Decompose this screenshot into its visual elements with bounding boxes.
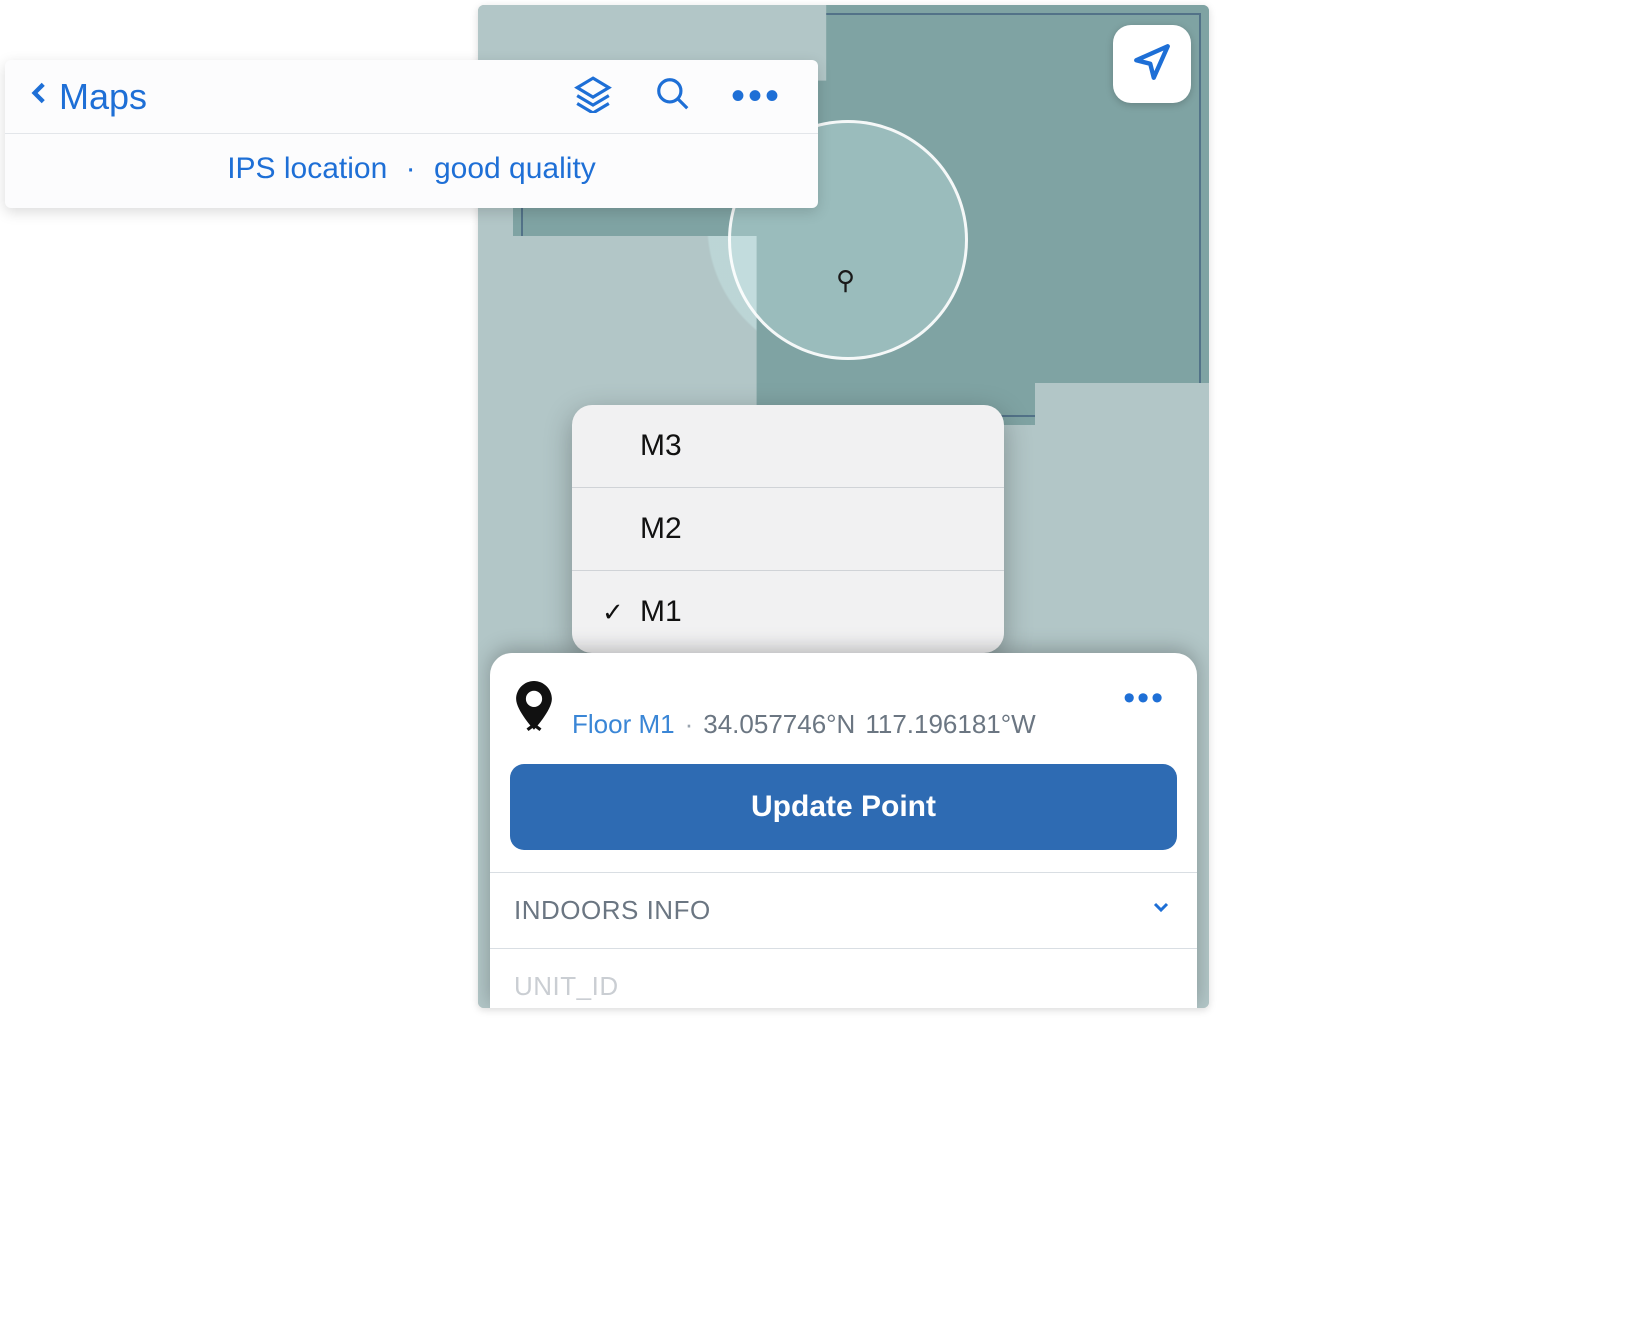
update-point-label: Update Point bbox=[751, 790, 936, 823]
floor-option-m2[interactable]: M2 bbox=[572, 487, 1004, 570]
floor-label[interactable]: Floor M1 bbox=[572, 709, 675, 740]
floor-picker-popover: M3 M2 ✓ M1 bbox=[572, 405, 1004, 653]
separator: · bbox=[685, 709, 694, 740]
indoors-info-section[interactable]: INDOORS INFO bbox=[490, 872, 1197, 948]
back-button[interactable]: Maps bbox=[27, 76, 147, 118]
locate-me-button[interactable] bbox=[1113, 25, 1191, 103]
point-details-card: Floor M1 · 34.057746°N 117.196181°W ••• … bbox=[490, 653, 1197, 1008]
floor-option-m1[interactable]: ✓ M1 bbox=[572, 570, 1004, 653]
update-point-button[interactable]: Update Point bbox=[510, 764, 1177, 850]
chevron-down-icon bbox=[1149, 895, 1173, 926]
unit-id-section[interactable]: UNIT_ID bbox=[490, 948, 1197, 1008]
header-bar: Maps ••• IPS location · good quality bbox=[5, 60, 818, 208]
location-arrow-icon bbox=[1131, 41, 1173, 88]
back-label: Maps bbox=[59, 76, 147, 118]
separator: · bbox=[406, 152, 416, 185]
latitude-value: 34.057746°N bbox=[703, 709, 855, 740]
search-icon bbox=[654, 75, 692, 118]
checkmark-icon: ✓ bbox=[602, 597, 626, 628]
more-icon: ••• bbox=[1123, 679, 1165, 717]
layers-icon bbox=[574, 75, 612, 118]
map-pin-icon bbox=[514, 681, 554, 738]
layers-button[interactable] bbox=[557, 75, 629, 118]
more-icon: ••• bbox=[731, 74, 782, 118]
section-label: INDOORS INFO bbox=[514, 895, 711, 926]
floor-option-label: M3 bbox=[640, 429, 682, 463]
header-more-button[interactable]: ••• bbox=[717, 74, 796, 119]
floor-option-label: M2 bbox=[640, 512, 682, 546]
search-button[interactable] bbox=[637, 75, 709, 118]
chevron-left-icon bbox=[27, 76, 53, 118]
ips-status-secondary: good quality bbox=[434, 152, 596, 185]
floor-option-label: M1 bbox=[640, 595, 682, 629]
card-more-button[interactable]: ••• bbox=[1115, 675, 1173, 722]
ips-status-primary: IPS location bbox=[227, 152, 387, 185]
location-pin-icon: ⚲ bbox=[836, 265, 864, 293]
section-label: UNIT_ID bbox=[514, 971, 619, 1002]
floor-option-m3[interactable]: M3 bbox=[572, 405, 1004, 487]
longitude-value: 117.196181°W bbox=[865, 709, 1035, 740]
ips-status-bar: IPS location · good quality bbox=[5, 133, 818, 208]
